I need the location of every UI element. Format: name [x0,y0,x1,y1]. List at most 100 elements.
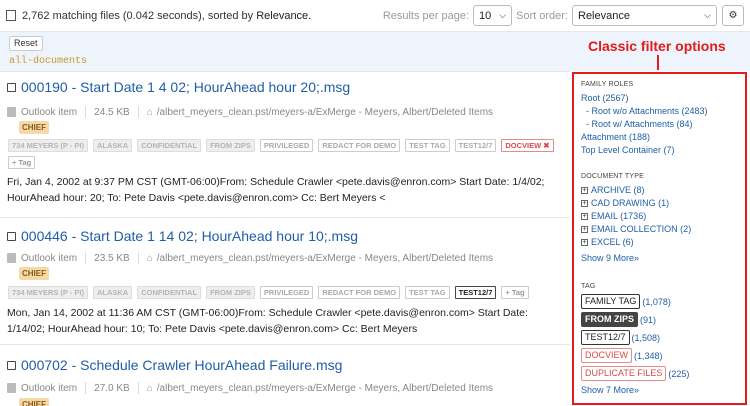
select-all-checkbox[interactable] [6,10,16,21]
tag-chip[interactable]: PRIVILEGED [259,139,314,152]
add-tag-button[interactable]: + Tag [501,286,529,299]
tag-chip-docview[interactable]: DOCVIEW ✖ [501,139,554,152]
tag-section: TAG FAMILY TAG (1,078) FROM ZIPS (91) TE… [581,283,745,397]
tag-chip[interactable]: TEST TAG [405,286,450,299]
document-review-page: 2,762 matching files (0.042 seconds), so… [0,0,750,406]
result-item: 000446 - Start Date 1 14 02; HourAhead h… [0,217,570,342]
doc-type-email[interactable]: + EMAIL (1736) [581,210,745,223]
tag-filter-count: (1,508) [631,332,661,343]
tag-filter-item[interactable]: DOCVIEW (1,348) [581,348,745,363]
result-tags: 734 MEYERS (P - PI) ALASKA CONFIDENTIAL … [8,286,568,299]
tag-chip[interactable]: ALASKA [92,139,133,152]
tag-filter-from-zips[interactable]: FROM ZIPS [581,312,638,327]
chevron-down-icon: ⌵ [499,10,507,20]
add-tag-button[interactable]: + Tag [8,156,36,169]
sort-order-label: Sort order: [516,9,568,22]
results-toolbar: 2,762 matching files (0.042 seconds), so… [0,0,750,31]
expand-icon[interactable]: + [581,213,588,221]
doc-type-label: CAD DRAWING (1) [591,198,670,208]
family-role-attachment[interactable]: Attachment (188) [581,131,745,144]
classic-filter-panel: FAMILY ROLES Root (2567) - Root w/o Atta… [572,72,747,405]
tag-chip[interactable]: TEST TAG [405,139,450,152]
add-tag-row: + Tag [8,156,568,169]
result-title[interactable]: 000446 - Start Date 1 14 02; HourAhead h… [21,228,358,244]
tag-chip[interactable]: REDACT FOR DEMO [318,286,401,299]
sort-order-select[interactable]: Relevance ⌵ [572,5,717,26]
tag-filter-family-tag[interactable]: FAMILY TAG [581,294,641,309]
doc-type-label: EMAIL (1736) [591,211,647,221]
result-meta: Outlook item 24.5 KB ⌂ /albert_meyers_cl… [7,106,493,118]
family-role-root[interactable]: Root (2567) [581,92,745,105]
result-title[interactable]: 000190 - Start Date 1 4 02; HourAhead ho… [21,79,350,95]
expand-icon[interactable]: + [581,200,588,208]
family-role-root-with-attachments[interactable]: - Root w/ Attachments (84) [581,118,745,131]
tag-chip[interactable]: ALASKA [92,286,133,299]
tag-filter-count: (1,078) [642,296,671,307]
result-title[interactable]: 000702 - Schedule Crawler HourAhead Fail… [21,357,342,373]
tag-filter-count: (91) [640,314,657,325]
doc-type-archive[interactable]: + ARCHIVE (8) [581,184,745,197]
doc-type-email-collection[interactable]: + EMAIL COLLECTION (2) [581,223,745,236]
result-path[interactable]: /albert_meyers_clean.pst/meyers-a/ExMerg… [157,253,493,264]
tag-filter-test12-7[interactable]: TEST12/7 [581,330,630,345]
result-path[interactable]: /albert_meyers_clean.pst/meyers-a/ExMerg… [157,107,493,118]
result-type: Outlook item [21,382,78,394]
doc-type-label: EXCEL (6) [591,237,634,247]
family-roles-section: FAMILY ROLES Root (2567) - Root w/o Atta… [581,81,745,157]
doc-type-excel[interactable]: + EXCEL (6) [581,236,745,249]
tag-chip[interactable]: TEST12/7 [454,139,497,152]
tag-chip[interactable]: CONFIDENTIAL [137,286,202,299]
sort-order-value: Relevance [578,9,630,22]
result-meta: Outlook item 23.5 KB ⌂ /albert_meyers_cl… [7,252,493,264]
result-title-row: 000190 - Start Date 1 4 02; HourAhead ho… [7,79,350,95]
tag-heading: TAG [581,283,596,290]
results-per-page-value: 10 [479,9,492,22]
doc-type-cad-drawing[interactable]: + CAD DRAWING (1) [581,197,745,210]
tag-chip[interactable]: CONFIDENTIAL [137,139,202,152]
family-role-root-without-attachments[interactable]: - Root w/o Attachments (2483) [581,105,745,118]
result-path[interactable]: /albert_meyers_clean.pst/meyers-a/ExMerg… [157,383,493,394]
tag-filter-item[interactable]: DUPLICATE FILES (225) [581,366,745,381]
all-documents-filter[interactable]: all-documents [9,56,87,67]
tag-filter-item[interactable]: FAMILY TAG (1,078) [581,294,745,309]
tag-chip[interactable]: REDACT FOR DEMO [318,139,401,152]
chief-badge: CHIEF [19,121,49,134]
doc-type-label: ARCHIVE (8) [591,185,645,195]
tag-chip[interactable]: FROM ZIPS [206,286,255,299]
expand-icon[interactable]: + [581,226,588,234]
tag-filter-item[interactable]: FROM ZIPS (91) [581,312,745,327]
home-icon: ⌂ [146,252,153,264]
tag-chip[interactable]: 734 MEYERS (P - PI) [8,286,88,299]
result-type: Outlook item [21,106,78,118]
tag-filter-docview[interactable]: DOCVIEW [581,348,633,363]
result-title-row: 000446 - Start Date 1 14 02; HourAhead h… [7,228,358,244]
results-list: 000190 - Start Date 1 4 02; HourAhead ho… [0,71,570,406]
tag-chip-test12-7[interactable]: TEST12/7 [454,286,497,299]
result-size: 23.5 KB [94,252,130,264]
result-tags: 734 MEYERS (P - PI) ALASKA CONFIDENTIAL … [8,139,568,152]
result-size: 24.5 KB [94,106,130,118]
show-more-tags-link[interactable]: Show 7 More» [581,384,745,397]
home-icon: ⌂ [146,106,153,118]
reset-button[interactable]: Reset [9,36,43,51]
expand-icon[interactable]: + [581,187,588,195]
tag-filter-duplicate-files[interactable]: DUPLICATE FILES [581,366,667,381]
tag-filter-item[interactable]: TEST12/7 (1,508) [581,330,745,345]
expand-icon[interactable]: + [581,239,588,247]
tag-chip[interactable]: 734 MEYERS (P - PI) [8,139,88,152]
tag-chip[interactable]: PRIVILEGED [259,286,314,299]
results-summary-sort: Relevance. [256,9,312,22]
file-icon [7,383,16,393]
result-checkbox[interactable] [7,231,16,241]
tag-chip[interactable]: FROM ZIPS [206,139,255,152]
family-role-top-level-container[interactable]: Top Level Container (7) [581,144,745,157]
document-type-section: DOCUMENT TYPE + ARCHIVE (8) + CAD DRAWING … [581,173,745,265]
result-checkbox[interactable] [7,82,16,92]
family-roles-heading: FAMILY ROLES [581,81,634,88]
document-type-heading: DOCUMENT TYPE [581,173,645,180]
settings-button[interactable]: ⚙ [722,5,744,26]
results-per-page-select[interactable]: 10 ⌵ [473,5,513,26]
show-more-doc-types-link[interactable]: Show 9 More» [581,252,745,265]
result-checkbox[interactable] [7,360,16,370]
result-size: 27.0 KB [94,382,130,394]
